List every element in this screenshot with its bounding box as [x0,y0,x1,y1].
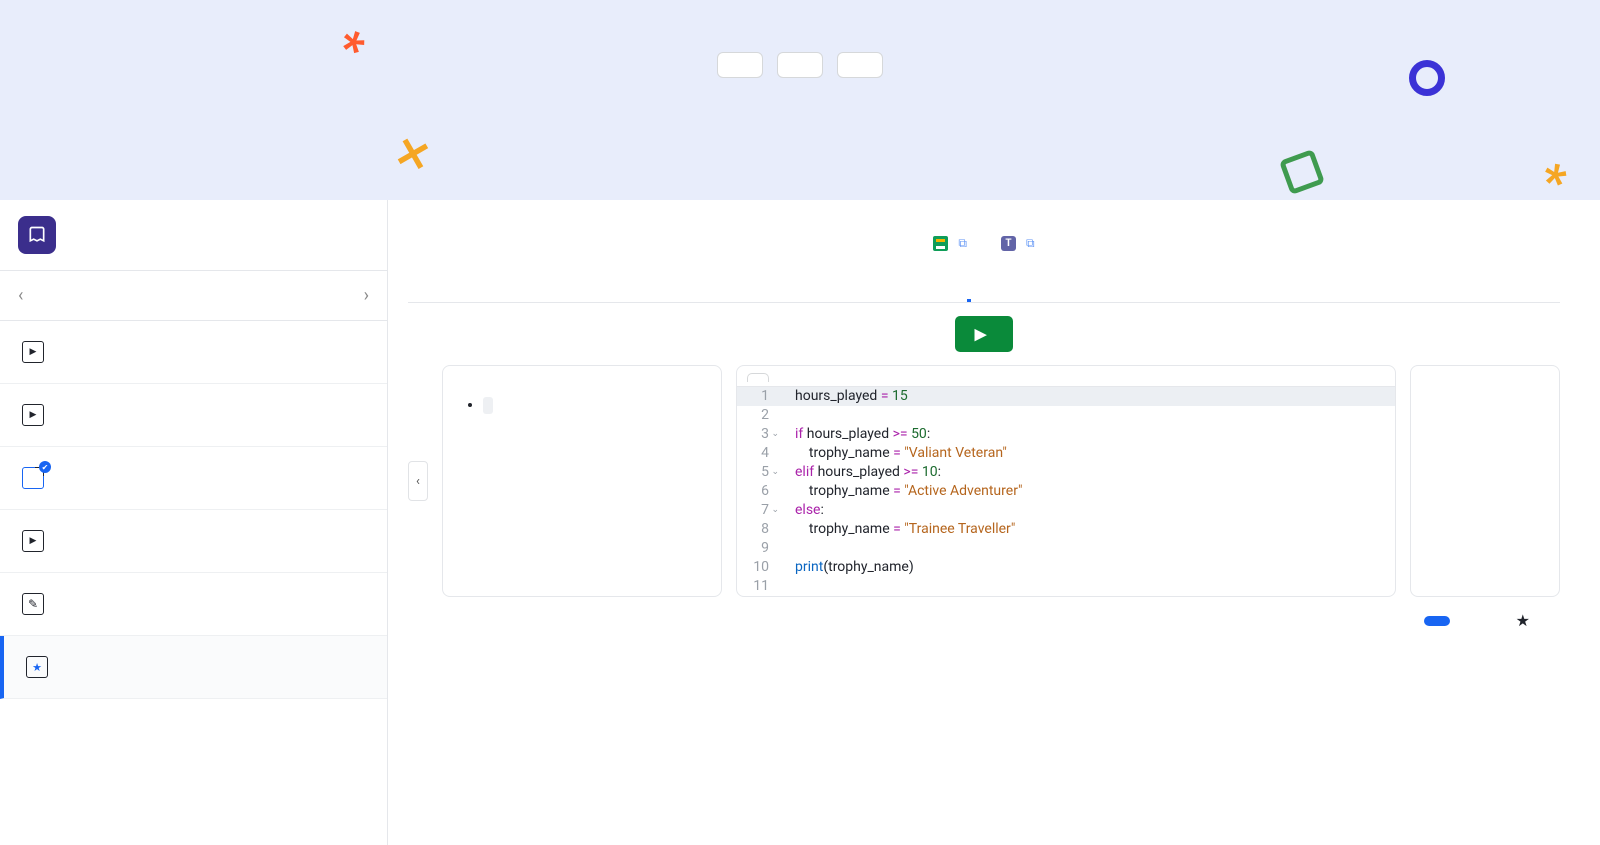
step-instructions [461,394,703,416]
external-link-icon: ⧉ [1026,236,1035,251]
final-step-star-icon[interactable]: ★ [1516,611,1530,630]
exercise-icon [22,593,44,615]
external-link-icon: ⧉ [958,236,967,251]
google-classroom-icon [933,236,948,251]
course-header[interactable] [0,200,387,271]
decoration-circle-icon [1409,60,1445,96]
video-icon [22,404,44,426]
step-1-chip[interactable] [1424,616,1450,626]
tab-spinoffs[interactable] [997,281,1001,302]
video-icon [22,530,44,552]
workspace-tabs [408,281,1560,303]
bullet-code [483,397,493,414]
sidebar-item-interpret-definitions[interactable] [0,573,387,636]
google-classroom-link[interactable]: ⧉ [933,236,967,251]
sidebar-item-tracing-calls[interactable] [0,510,387,573]
decoration-square-icon [1279,149,1325,195]
teacher-button[interactable] [777,52,823,78]
microsoft-teams-link[interactable]: ⧉ [1001,236,1035,251]
sidebar-item-design-patterns[interactable] [0,447,387,510]
learner-button[interactable] [717,52,763,78]
breadcrumb[interactable] [27,287,359,301]
course-sidebar: ‹ › [0,200,388,845]
prev-lesson-button[interactable]: ‹ [14,281,27,310]
tab-program[interactable] [967,281,971,302]
step-bullet [483,394,703,416]
video-icon [22,341,44,363]
sidebar-item-challenge-trophy[interactable] [0,636,387,699]
code-editor[interactable]: 1hours_played = 15 2 3⌄if hours_played >… [737,386,1395,596]
challenge-icon [26,656,48,678]
hero-banner: * ✕ * [0,0,1600,200]
microsoft-teams-icon [1001,236,1016,251]
decoration-x-icon: ✕ [389,126,436,183]
parent-button[interactable] [837,52,883,78]
run-button[interactable]: ▶ [955,316,1014,352]
next-lesson-button[interactable]: › [360,281,373,310]
decoration-asterisk2-icon: * [1538,151,1570,200]
step-3-button[interactable] [1490,618,1502,624]
collapse-step-panel-button[interactable]: ‹ [408,461,428,501]
step-footer: ★ [408,597,1560,644]
play-icon: ▶ [975,325,987,343]
course-book-icon [18,216,56,254]
step-2-button[interactable] [1464,618,1476,624]
sidebar-item-games-modularity[interactable] [0,321,387,384]
file-tab[interactable] [747,373,769,382]
article-completed-icon [22,467,44,489]
output-panel [1410,365,1560,597]
step-panel [442,365,722,597]
main-content: ⧉ ⧉ ▶ ‹ [388,200,1600,845]
role-button-row [0,52,1600,78]
sidebar-item-functions[interactable] [0,384,387,447]
code-editor-panel: 1hours_played = 15 2 3⌄if hours_played >… [736,365,1396,597]
